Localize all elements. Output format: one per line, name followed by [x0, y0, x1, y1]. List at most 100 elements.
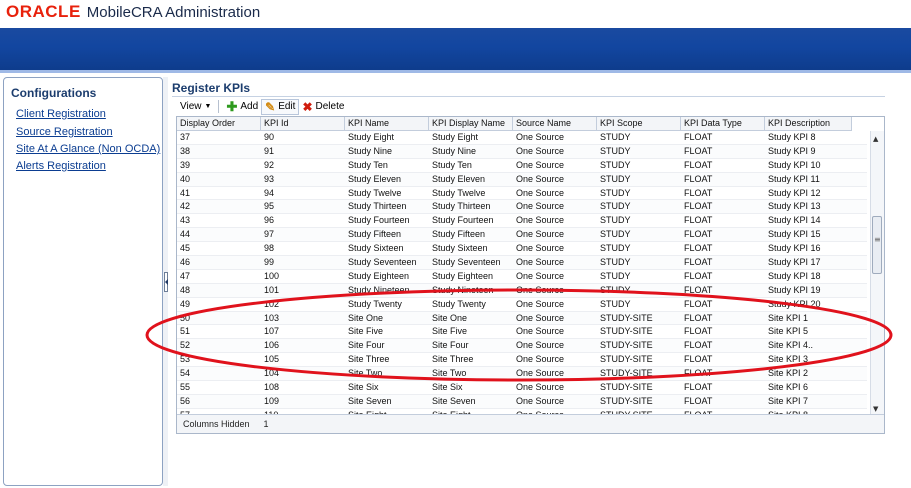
app-title: MobileCRA Administration: [86, 4, 261, 21]
table-cell: Site KPI 7: [768, 395, 809, 406]
columns-hidden-count: 1: [263, 419, 269, 429]
table-cell: 52: [180, 340, 191, 351]
table-cell: One Source: [516, 187, 565, 198]
table-cell: FLOAT: [684, 326, 713, 337]
table-cell: Study Nineteen: [432, 284, 494, 295]
table-cell: 101: [264, 284, 280, 295]
table-row[interactable]: 53 105 Site Three Site Three One Source STUDY…: [177, 353, 867, 368]
table-row[interactable]: 46 99 Study Seventeen Study Seventeen One So…: [177, 256, 867, 270]
table-cell: Study KPI 12: [768, 187, 821, 198]
arrow-down-icon[interactable]: ▼: [873, 405, 878, 413]
column-header-kpi-display-name[interactable]: KPI Display Name: [429, 117, 513, 130]
table-cell: FLOAT: [684, 354, 713, 365]
table-cell: FLOAT: [684, 257, 713, 268]
table-cell: 55: [180, 382, 191, 393]
scrollbar-thumb[interactable]: [872, 216, 882, 274]
table-row[interactable]: 40 93 Study Eleven Study Eleven One Source ST…: [177, 172, 867, 187]
table-cell: Study Eighteen: [432, 270, 494, 281]
chevron-left-icon[interactable]: [164, 272, 168, 292]
table-row[interactable]: 52 106 Site Four Site Four One Source STUDY-S…: [177, 339, 867, 354]
table-cell: STUDY: [600, 270, 631, 281]
sidebar-link-alerts-registration[interactable]: Alerts Registration: [16, 160, 106, 172]
table-cell: FLOAT: [684, 340, 713, 351]
table-cell: 109: [264, 395, 280, 406]
table-cell: STUDY-SITE: [600, 368, 653, 379]
table-cell: 91: [264, 145, 275, 156]
table-cell: FLOAT: [684, 284, 713, 295]
sidebar-link-client-registration[interactable]: Client Registration: [16, 108, 106, 120]
table-cell: STUDY: [600, 173, 631, 184]
table-cell: Site KPI 3: [768, 354, 809, 365]
table-cell: 56: [180, 395, 191, 406]
table-cell: STUDY: [600, 187, 631, 198]
table-row[interactable]: 48 101 Study Nineteen Study Nineteen One Sou…: [177, 283, 867, 298]
header-banner: [0, 28, 911, 70]
table-row[interactable]: 43 96 Study Fourteen Study Fourteen One Sour…: [177, 214, 867, 229]
table-cell: Site KPI 2: [768, 368, 809, 379]
table-cell: STUDY: [600, 201, 631, 212]
table-row[interactable]: 51 107 Site Five Site Five One Source STUDY-S…: [177, 325, 867, 340]
vertical-scrollbar[interactable]: ▲ ▼: [870, 131, 884, 415]
table-cell: STUDY-SITE: [600, 312, 653, 323]
table-cell: 95: [264, 201, 275, 212]
table-row[interactable]: 44 97 Study Fifteen Study Fifteen One Source…: [177, 228, 867, 243]
delete-button[interactable]: ✖ Delete: [299, 99, 347, 115]
add-button[interactable]: ✚ Add: [223, 99, 261, 115]
column-header-kpi-data-type[interactable]: KPI Data Type: [681, 117, 765, 130]
table-cell: FLOAT: [684, 173, 713, 184]
table-cell: FLOAT: [684, 312, 713, 323]
arrow-up-icon[interactable]: ▲: [873, 135, 878, 143]
table-cell: FLOAT: [684, 201, 713, 212]
table-row[interactable]: 38 91 Study Nine Study Nine One Source STUDY F…: [177, 144, 867, 159]
table-row[interactable]: 41 94 Study Twelve Study Twelve One Source ST…: [177, 187, 867, 201]
table-row[interactable]: 49 102 Study Twenty Study Twenty One Source S…: [177, 298, 867, 312]
table-cell: FLOAT: [684, 187, 713, 198]
column-header-source-name[interactable]: Source Name: [513, 117, 597, 130]
table-cell: Site Seven: [348, 395, 392, 406]
column-header-kpi-id[interactable]: KPI Id: [261, 117, 345, 130]
table-cell: Site Three: [348, 354, 390, 365]
sidebar-link-site-at-a-glance[interactable]: Site At A Glance (Non OCDA): [16, 143, 160, 155]
table-cell: Study Fourteen: [432, 215, 494, 226]
table-cell: Study Eight: [348, 132, 395, 142]
table-cell: Study Eleven: [348, 173, 402, 184]
sidebar-title: Configurations: [11, 86, 97, 100]
table-cell: 106: [264, 340, 280, 351]
table-cell: STUDY-SITE: [600, 382, 653, 393]
table-cell: Site One: [432, 312, 468, 323]
edit-button[interactable]: ✎ Edit: [261, 98, 300, 115]
column-header-display-order[interactable]: Display Order: [177, 117, 261, 130]
table-row[interactable]: 50 103 Site One Site One One Source STUDY-SIT…: [177, 311, 867, 326]
table-cell: Site KPI 1: [768, 312, 809, 323]
table-row[interactable]: 45 98 Study Sixteen Study Sixteen One Source…: [177, 242, 867, 257]
table-cell: One Source: [516, 159, 565, 170]
table-cell: STUDY: [600, 145, 631, 156]
table-row[interactable]: 42 95 Study Thirteen Study Thirteen One Sour…: [177, 200, 867, 215]
edit-label: Edit: [278, 101, 296, 112]
view-menu-button[interactable]: View ▼: [177, 99, 214, 115]
table-row[interactable]: 55 108 Site Six Site Six One Source STUDY-SIT…: [177, 381, 867, 395]
table-row[interactable]: 56 109 Site Seven Site Seven One Source STUDY…: [177, 394, 867, 409]
table-cell: FLOAT: [684, 145, 713, 156]
plus-icon: ✚: [226, 98, 238, 114]
table-cell: Study Fourteen: [348, 215, 410, 226]
table-cell: 40: [180, 173, 191, 184]
table-cell: Study Sixteen: [432, 243, 488, 254]
view-menu-label: View: [180, 101, 202, 112]
table-cell: Study Twenty: [348, 298, 402, 309]
table-row[interactable]: 54 104 Site Two Site Two One Source STUDY-SIT…: [177, 367, 867, 382]
table-row[interactable]: 37 90 Study Eight Study Eight One Source STUD…: [177, 131, 867, 145]
column-header-kpi-scope[interactable]: KPI Scope: [597, 117, 681, 130]
table-cell: Study Nine: [432, 145, 477, 156]
table-cell: Site Two: [432, 368, 467, 379]
table-cell: Study Nine: [348, 145, 393, 156]
sidebar-link-source-registration[interactable]: Source Registration: [16, 126, 113, 138]
table-cell: STUDY: [600, 298, 631, 309]
table-row[interactable]: 39 92 Study Ten Study Ten One Source STUDY FLO…: [177, 159, 867, 173]
table-cell: Site KPI 4..: [768, 340, 814, 351]
column-header-kpi-description[interactable]: KPI Description: [765, 117, 852, 130]
table-row[interactable]: 47 100 Study Eighteen Study Eighteen One Sou…: [177, 270, 867, 284]
table-cell: Study Ten: [348, 159, 388, 170]
table-cell: STUDY-SITE: [600, 354, 653, 365]
column-header-kpi-name[interactable]: KPI Name: [345, 117, 429, 130]
